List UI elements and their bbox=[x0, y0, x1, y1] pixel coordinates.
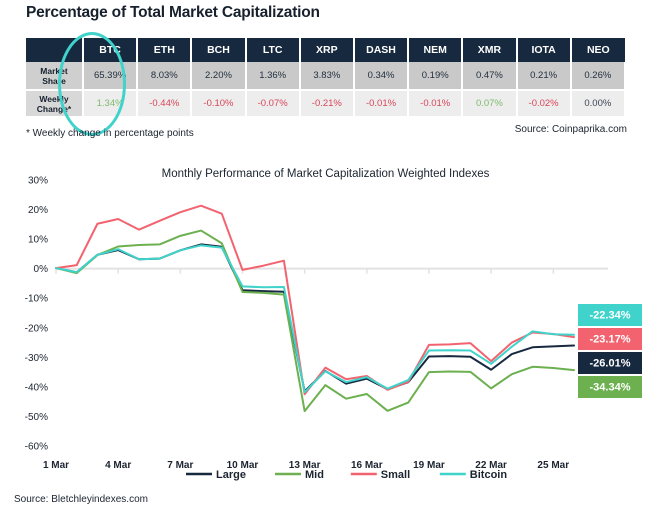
table-cell: 0.21% bbox=[516, 62, 572, 91]
end-label-mid: -34.34% bbox=[578, 376, 642, 398]
y-axis-tick-label: 30% bbox=[28, 176, 48, 187]
table-row-header: Market Share bbox=[26, 62, 84, 91]
table-cell: -0.07% bbox=[245, 90, 301, 116]
table-cell: 0.47% bbox=[462, 62, 518, 91]
table-col-header-ltc: LTC bbox=[245, 38, 301, 62]
y-axis-tick-label: 20% bbox=[28, 205, 48, 216]
table-cell: -0.44% bbox=[137, 90, 193, 116]
table-cell: 0.07% bbox=[462, 90, 518, 116]
table-col-header-iota: IOTA bbox=[516, 38, 572, 62]
legend-label: Bitcoin bbox=[470, 469, 508, 481]
table-col-header-eth: ETH bbox=[137, 38, 193, 62]
end-label-value: -26.01% bbox=[590, 357, 631, 369]
x-axis-tick-label: 16 Mar bbox=[351, 460, 383, 471]
table-footnote: * Weekly change in percentage points bbox=[26, 128, 194, 139]
chart-source-label: Source: Bletchleyindexes.com bbox=[14, 494, 148, 505]
table-col-header-neo: NEO bbox=[570, 38, 625, 62]
performance-chart: Monthly Performance of Market Capitaliza… bbox=[0, 158, 651, 514]
y-axis-tick-label: -30% bbox=[25, 353, 48, 364]
table-cell: -0.02% bbox=[516, 90, 572, 116]
series-line-large bbox=[55, 243, 575, 393]
table-cell: -0.01% bbox=[408, 90, 464, 116]
table-cell: 2.20% bbox=[191, 62, 247, 91]
row-header-line2: Change* bbox=[36, 103, 72, 114]
y-axis-tick-label: 0% bbox=[34, 264, 49, 275]
table-cell: 8.03% bbox=[137, 62, 193, 91]
table-header-row: BTC ETH BCH LTC XRP DASH NEM XMR IOTA NEO bbox=[26, 38, 625, 62]
table-cell: 65.39% bbox=[83, 62, 139, 91]
table-cell: 3.83% bbox=[299, 62, 355, 91]
table-cell: 0.19% bbox=[408, 62, 464, 91]
x-axis-tick-label: 25 Mar bbox=[537, 460, 569, 471]
table-corner-cell bbox=[26, 38, 84, 62]
row-header-line1: Weekly bbox=[39, 93, 69, 104]
table-col-header-xrp: XRP bbox=[299, 38, 355, 62]
table-cell: 0.00% bbox=[570, 90, 627, 116]
table-cell: 0.34% bbox=[353, 62, 410, 91]
legend-item-large: Large bbox=[186, 469, 246, 481]
page-title: Percentage of Total Market Capitalizatio… bbox=[26, 4, 320, 21]
market-cap-table: BTC ETH BCH LTC XRP DASH NEM XMR IOTA NEO Market S… bbox=[26, 38, 627, 116]
y-axis-tick-label: 10% bbox=[28, 235, 48, 246]
row-header-line1: Market bbox=[40, 65, 68, 76]
x-axis-tick-label: 4 Mar bbox=[105, 460, 131, 471]
table-row: Weekly Change* 1.34% -0.44% -0.10% -0.07% -0.2… bbox=[26, 90, 627, 116]
table-header: BTC ETH BCH LTC XRP DASH NEM XMR IOTA NEO bbox=[26, 38, 625, 62]
table-col-header-dash: DASH bbox=[353, 38, 410, 62]
end-label-small: -23.17% bbox=[578, 328, 642, 350]
table-col-header-btc: BTC bbox=[83, 38, 139, 62]
y-axis-tick-label: -40% bbox=[25, 382, 48, 393]
table-cell: 0.26% bbox=[570, 62, 627, 91]
x-axis-tick-label: 7 Mar bbox=[167, 460, 193, 471]
table-cell: -0.10% bbox=[191, 90, 247, 116]
table-col-header-bch: BCH bbox=[191, 38, 247, 62]
table-col-header-xmr: XMR bbox=[462, 38, 518, 62]
x-axis-tick-label: 19 Mar bbox=[413, 460, 445, 471]
chart-canvas: 30% 20% 10% 0% -10% -20% -30% -40% -50% -60% 1 Mar… bbox=[25, 176, 642, 481]
end-label-value: -23.17% bbox=[590, 333, 631, 345]
series-line-bitcoin bbox=[55, 244, 575, 394]
y-axis-tick-label: -20% bbox=[25, 323, 48, 334]
table-cell: -0.01% bbox=[353, 90, 410, 116]
end-label-bitcoin: -22.34% bbox=[578, 304, 642, 326]
table-row-header: Weekly Change* bbox=[26, 90, 84, 116]
table-cell: -0.21% bbox=[299, 90, 355, 116]
legend-label: Large bbox=[216, 469, 246, 481]
y-axis-tick-label: -50% bbox=[25, 412, 48, 423]
table-row: Market Share 65.39% 8.03% 2.20% 1.36% 3.83% 0.3… bbox=[26, 62, 627, 91]
legend-item-bitcoin: Bitcoin bbox=[439, 469, 508, 481]
legend-label: Small bbox=[381, 469, 410, 481]
table-source-label: Source: Coinpaprika.com bbox=[514, 124, 627, 135]
end-label-value: -22.34% bbox=[590, 309, 631, 321]
row-header-line2: Share bbox=[42, 75, 66, 86]
end-label-value: -34.34% bbox=[590, 381, 631, 393]
y-axis-tick-label: -10% bbox=[25, 294, 48, 305]
table-body: Market Share 65.39% 8.03% 2.20% 1.36% 3.83% 0.3… bbox=[26, 62, 627, 116]
x-axis-tick-label: 1 Mar bbox=[43, 460, 69, 471]
table-cell: 1.34% bbox=[83, 90, 139, 116]
table-col-header-nem: NEM bbox=[408, 38, 464, 62]
table-cell: 1.36% bbox=[245, 62, 301, 91]
y-axis-tick-label: -60% bbox=[25, 442, 48, 453]
end-label-large: -26.01% bbox=[578, 352, 642, 374]
legend-label: Mid bbox=[305, 469, 324, 481]
